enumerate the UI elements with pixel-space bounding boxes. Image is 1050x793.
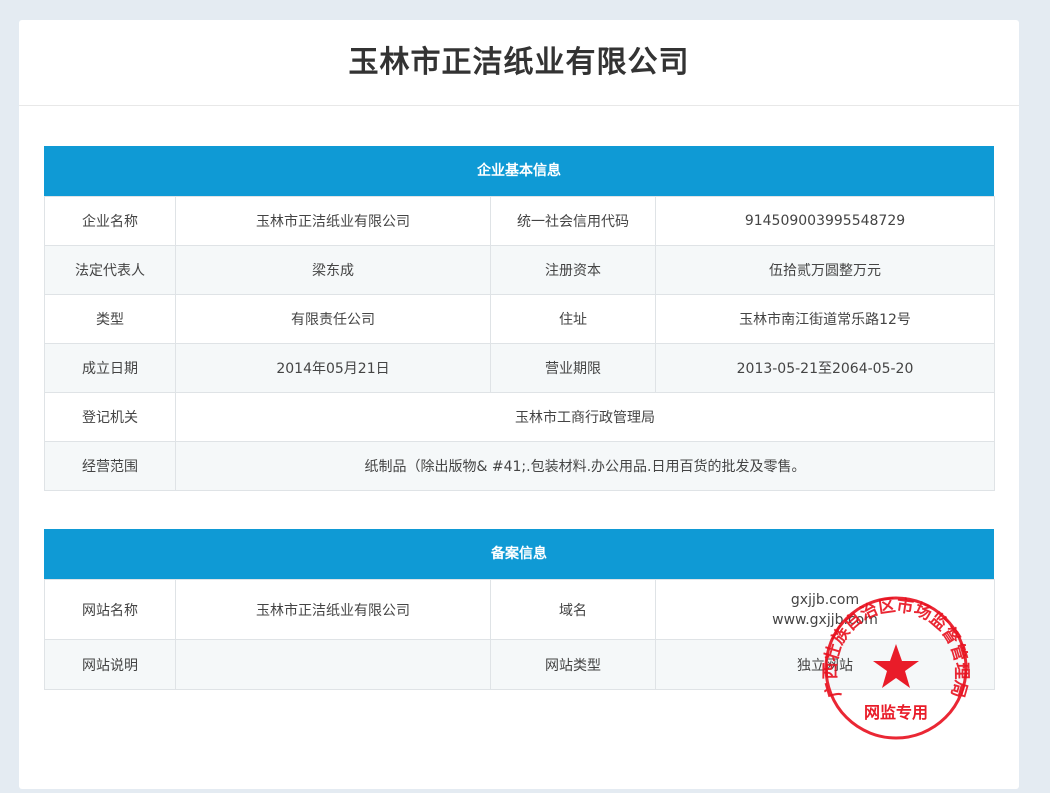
label-address: 住址 — [490, 294, 656, 344]
label-credit-code: 统一社会信用代码 — [490, 196, 656, 246]
table-row: 企业名称 玉林市正洁纸业有限公司 统一社会信用代码 91450900399554… — [44, 196, 995, 246]
value-domain: gxjjb.com www.gxjjb.com — [655, 579, 995, 640]
table-row: 网站说明 网站类型 独立网站 — [44, 639, 995, 690]
value-legal-rep: 梁东成 — [175, 245, 491, 295]
domain-2: www.gxjjb.com — [772, 611, 878, 628]
domain-1: gxjjb.com — [790, 591, 860, 608]
label-company-name: 企业名称 — [44, 196, 176, 246]
table-row: 登记机关 玉林市工商行政管理局 — [44, 392, 995, 442]
value-reg-capital: 伍拾贰万圆整万元 — [655, 245, 995, 295]
basic-info-section: 企业基本信息 企业名称 玉林市正洁纸业有限公司 统一社会信用代码 9145090… — [44, 146, 995, 491]
value-business-term: 2013-05-21至2064-05-20 — [655, 343, 995, 393]
value-scope: 纸制品（除出版物& #41;.包装材料.办公用品.日用百货的批发及零售。 — [175, 441, 995, 491]
value-site-name: 玉林市正洁纸业有限公司 — [175, 579, 491, 640]
label-legal-rep: 法定代表人 — [44, 245, 176, 295]
table-row: 经营范围 纸制品（除出版物& #41;.包装材料.办公用品.日用百货的批发及零售… — [44, 441, 995, 491]
label-site-type: 网站类型 — [490, 639, 656, 690]
label-site-name: 网站名称 — [44, 579, 176, 640]
value-type: 有限责任公司 — [175, 294, 491, 344]
table-row: 网站名称 玉林市正洁纸业有限公司 域名 gxjjb.com www.gxjjb.… — [44, 579, 995, 640]
label-type: 类型 — [44, 294, 176, 344]
value-site-type: 独立网站 — [655, 639, 995, 690]
page-title: 玉林市正洁纸业有限公司 — [19, 20, 1019, 106]
label-authority: 登记机关 — [44, 392, 176, 442]
table-row: 法定代表人 梁东成 注册资本 伍拾贰万圆整万元 — [44, 245, 995, 295]
value-company-name: 玉林市正洁纸业有限公司 — [175, 196, 491, 246]
enterprise-card: 玉林市正洁纸业有限公司 企业基本信息 企业名称 玉林市正洁纸业有限公司 统一社会… — [19, 20, 1019, 789]
basic-info-header: 企业基本信息 — [44, 146, 994, 196]
label-site-desc: 网站说明 — [44, 639, 176, 690]
filing-info-section: 备案信息 网站名称 玉林市正洁纸业有限公司 域名 gxjjb.com www.g… — [44, 529, 995, 690]
filing-info-header: 备案信息 — [44, 529, 994, 579]
basic-info-table: 企业名称 玉林市正洁纸业有限公司 统一社会信用代码 91450900399554… — [44, 196, 995, 491]
label-scope: 经营范围 — [44, 441, 176, 491]
table-row: 类型 有限责任公司 住址 玉林市南江街道常乐路12号 — [44, 294, 995, 344]
value-authority: 玉林市工商行政管理局 — [175, 392, 995, 442]
label-found-date: 成立日期 — [44, 343, 176, 393]
label-business-term: 营业期限 — [490, 343, 656, 393]
value-site-desc — [175, 639, 491, 690]
table-row: 成立日期 2014年05月21日 营业期限 2013-05-21至2064-05… — [44, 343, 995, 393]
value-credit-code: 914509003995548729 — [655, 196, 995, 246]
value-found-date: 2014年05月21日 — [175, 343, 491, 393]
filing-info-table: 网站名称 玉林市正洁纸业有限公司 域名 gxjjb.com www.gxjjb.… — [44, 579, 995, 690]
value-address: 玉林市南江街道常乐路12号 — [655, 294, 995, 344]
label-reg-capital: 注册资本 — [490, 245, 656, 295]
label-domain: 域名 — [490, 579, 656, 640]
